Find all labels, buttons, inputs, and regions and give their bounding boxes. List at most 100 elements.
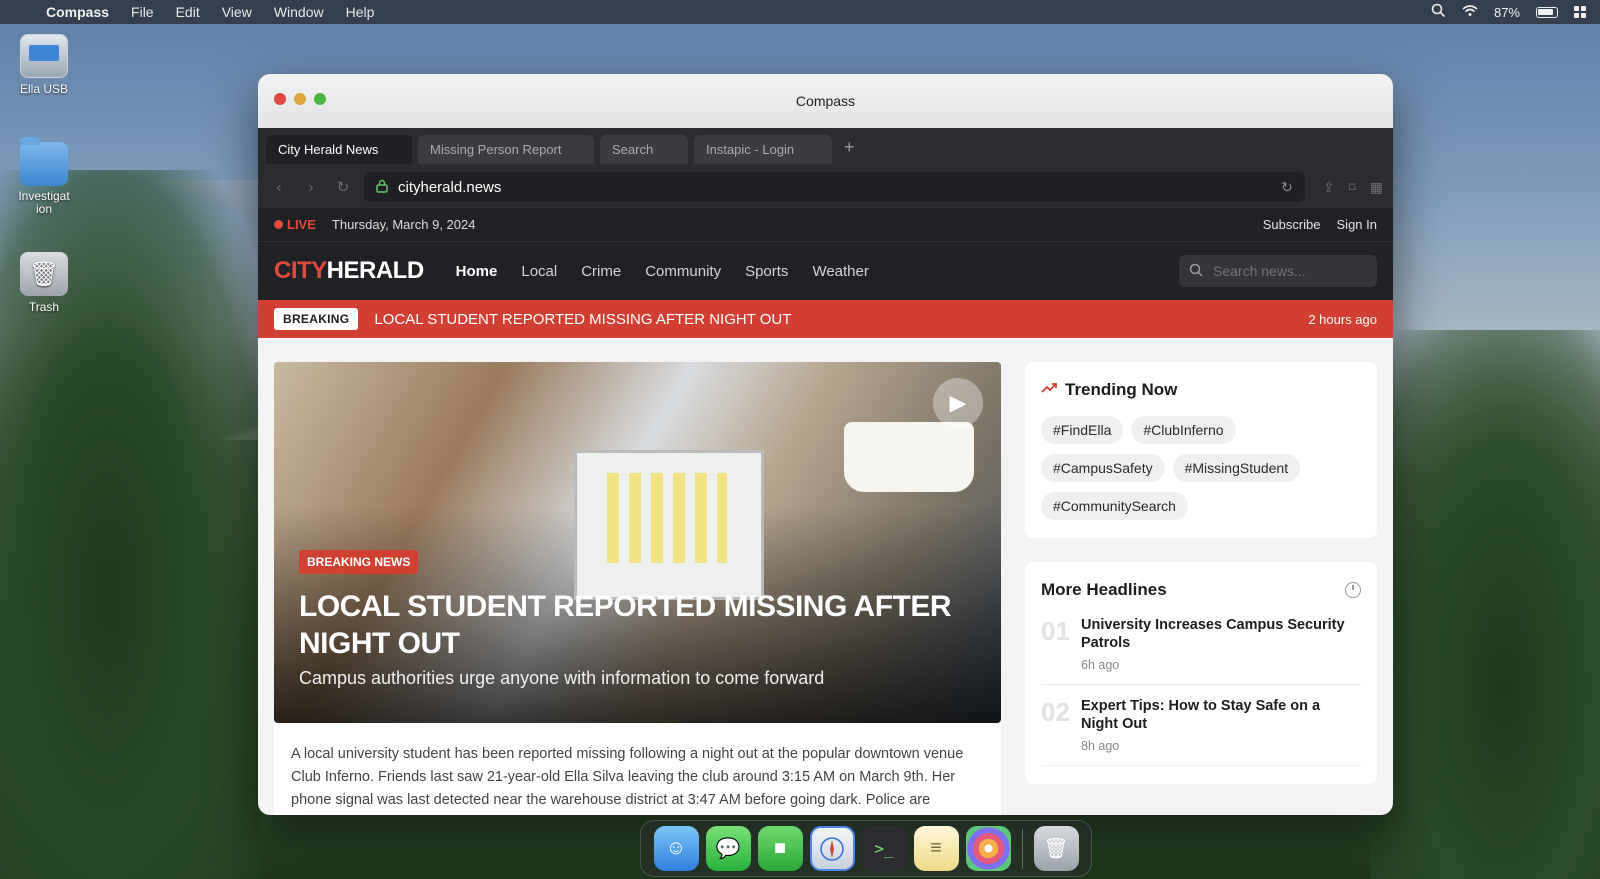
hashtag-clubinferno[interactable]: #ClubInferno — [1131, 416, 1236, 444]
tab-instapic-login[interactable]: Instapic - Login — [694, 135, 832, 164]
breaking-banner[interactable]: BREAKING LOCAL STUDENT REPORTED MISSING … — [258, 300, 1393, 338]
battery-icon[interactable] — [1536, 6, 1558, 18]
trash-icon[interactable]: 🗑 — [1033, 826, 1079, 871]
desktop-item-trash[interactable]: 🗑 Trash — [4, 252, 84, 314]
search-news-input[interactable] — [1213, 263, 1363, 279]
control-center-icon[interactable] — [1574, 6, 1586, 18]
main-nav: Home Local Crime Community Sports Weathe… — [456, 263, 869, 280]
tab-search[interactable]: Search — [600, 135, 688, 164]
sign-in-link[interactable]: Sign In — [1337, 217, 1377, 232]
nav-community[interactable]: Community — [645, 263, 721, 280]
menu-view[interactable]: View — [222, 4, 252, 20]
nav-weather[interactable]: Weather — [812, 263, 868, 280]
site-header: CITYHERALD Home Local Crime Community Sp… — [258, 242, 1393, 300]
nav-local[interactable]: Local — [521, 263, 557, 280]
toolbar-actions: ⇪ ⌑ ▦ — [1315, 179, 1383, 196]
trending-up-icon — [1041, 381, 1057, 399]
headline-title[interactable]: Expert Tips: How to Stay Safe on a Night… — [1081, 697, 1361, 733]
subscribe-link[interactable]: Subscribe — [1263, 217, 1321, 232]
browser-window: Compass City Herald News Missing Person … — [258, 74, 1393, 815]
hero-image-whiteboard — [574, 450, 764, 600]
facetime-icon[interactable]: ■ — [757, 826, 803, 871]
menu-app-name[interactable]: Compass — [46, 4, 109, 20]
breaking-time: 2 hours ago — [1308, 311, 1377, 327]
tab-missing-person-report[interactable]: Missing Person Report — [418, 135, 594, 164]
hero-subtitle: Campus authorities urge anyone with info… — [299, 668, 825, 688]
desktop-item-label: Trash — [28, 300, 60, 314]
breaking-headline[interactable]: LOCAL STUDENT REPORTED MISSING AFTER NIG… — [374, 311, 791, 328]
headline-item[interactable]: 01 University Increases Campus Security … — [1041, 604, 1361, 685]
refresh-icon[interactable]: ↻ — [1281, 179, 1293, 196]
folder-icon — [20, 137, 68, 186]
window-titlebar[interactable]: Compass — [258, 74, 1393, 128]
hashtag-list: #FindElla #ClubInferno #CampusSafety #Mi… — [1041, 416, 1361, 520]
reload-icon[interactable]: ↻ — [332, 178, 354, 196]
hashtag-missingstudent[interactable]: #MissingStudent — [1172, 454, 1301, 482]
share-icon[interactable]: ⇪ — [1323, 179, 1335, 196]
spotlight-search-icon[interactable] — [1431, 3, 1446, 21]
back-arrow-icon[interactable]: ‹ — [268, 179, 290, 196]
nav-crime[interactable]: Crime — [581, 263, 621, 280]
usb-drive-icon — [20, 34, 68, 78]
close-window-button[interactable] — [274, 93, 286, 105]
headline-time: 6h ago — [1081, 658, 1120, 672]
forward-arrow-icon[interactable]: › — [300, 179, 322, 196]
hero-story[interactable]: ▶ BREAKING NEWS LOCAL STUDENT REPORTED M… — [274, 362, 1001, 723]
headline-item[interactable]: 02 Expert Tips: How to Stay Safe on a Ni… — [1041, 685, 1361, 766]
site-date: Thursday, March 9, 2024 — [331, 217, 476, 232]
headline-number: 01 — [1041, 616, 1070, 646]
trending-title: Trending Now — [1065, 380, 1178, 399]
hero-title[interactable]: LOCAL STUDENT REPORTED MISSING AFTER NIG… — [299, 588, 959, 662]
desktop-item-label: Ella USB — [19, 82, 69, 96]
minimize-window-button[interactable] — [294, 93, 306, 105]
menu-bar: Compass File Edit View Window Help 87% — [0, 0, 1600, 24]
desktop-item-label: Investigat ion — [18, 189, 70, 216]
messages-icon[interactable]: 💬 — [705, 826, 751, 871]
more-headlines-title: More Headlines — [1041, 580, 1167, 599]
desktop-item-ella-usb[interactable]: Ella USB — [4, 34, 84, 96]
menu-file[interactable]: File — [131, 4, 154, 20]
window-controls — [274, 93, 326, 105]
lock-icon — [376, 179, 388, 196]
hashtag-communitysearch[interactable]: #CommunitySearch — [1041, 492, 1188, 520]
menu-help[interactable]: Help — [346, 4, 375, 20]
window-title: Compass — [795, 93, 856, 109]
hashtag-findella[interactable]: #FindElla — [1041, 416, 1124, 444]
logo-city: CITY — [274, 257, 327, 284]
nav-home[interactable]: Home — [456, 263, 498, 280]
terminal-icon[interactable]: >_ — [861, 826, 907, 871]
apple-menu-icon[interactable] — [14, 4, 28, 20]
desktop-item-investigation-folder[interactable]: Investigat ion — [4, 137, 84, 216]
page-content: ▶ BREAKING NEWS LOCAL STUDENT REPORTED M… — [258, 338, 1393, 815]
finder-icon[interactable]: ☺ — [653, 826, 699, 871]
new-tab-icon[interactable]: + — [844, 137, 855, 158]
news-search — [1179, 255, 1377, 287]
trending-header: Trending Now — [1041, 380, 1361, 400]
zoom-window-button[interactable] — [314, 93, 326, 105]
tab-city-herald-news[interactable]: City Herald News — [266, 135, 412, 164]
photos-icon[interactable] — [965, 826, 1011, 871]
play-video-icon[interactable]: ▶ — [933, 378, 983, 428]
headline-title[interactable]: University Increases Campus Security Pat… — [1081, 616, 1361, 652]
webpage: LIVE Thursday, March 9, 2024 Subscribe S… — [258, 208, 1393, 815]
tab-bar: City Herald News Missing Person Report S… — [258, 128, 1393, 166]
compass-icon[interactable] — [809, 826, 855, 871]
menu-window[interactable]: Window — [274, 4, 324, 20]
more-headlines-header: More Headlines — [1041, 580, 1361, 600]
battery-percent: 87% — [1493, 4, 1520, 20]
search-icon — [1189, 263, 1203, 280]
wifi-icon[interactable] — [1462, 4, 1478, 20]
bookmark-icon[interactable]: ⌑ — [1349, 179, 1356, 196]
hashtag-campussafety[interactable]: #CampusSafety — [1041, 454, 1165, 482]
address-bar[interactable]: cityherald.news ↻ — [364, 172, 1305, 202]
main-column: ▶ BREAKING NEWS LOCAL STUDENT REPORTED M… — [274, 362, 1001, 815]
sidebar: Trending Now #FindElla #ClubInferno #Cam… — [1025, 362, 1377, 815]
hero-tag: BREAKING NEWS — [299, 550, 419, 574]
nav-sports[interactable]: Sports — [745, 263, 788, 280]
menu-edit[interactable]: Edit — [176, 4, 200, 20]
site-logo[interactable]: CITYHERALD — [274, 257, 424, 285]
tab-overview-icon[interactable]: ▦ — [1370, 179, 1383, 196]
trash-icon: 🗑 — [20, 252, 68, 296]
headline-time: 8h ago — [1081, 739, 1120, 753]
notes-icon[interactable]: ≡ — [913, 826, 959, 871]
